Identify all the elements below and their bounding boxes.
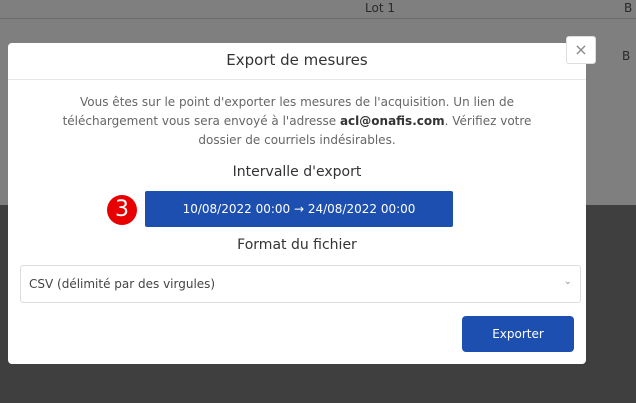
step-badge: 3 [107,195,137,225]
export-button[interactable]: Exporter [462,316,574,352]
modal-title: Export de mesures [226,51,368,69]
file-format-select[interactable]: CSV (délimité par des virgules) ⌄ [20,265,581,303]
file-format-value: CSV (délimité par des virgules) [29,277,216,291]
chevron-down-icon: ⌄ [563,276,572,287]
date-range-button[interactable]: 10/08/2022 00:00 → 24/08/2022 00:00 [145,191,453,227]
export-modal: Export de mesures × Vous êtes sur le poi… [8,36,596,364]
export-description: Vous êtes sur le point d'exporter les me… [58,93,536,150]
close-button[interactable]: × [566,36,596,64]
format-label: Format du fichier [237,237,357,253]
close-icon: × [574,40,588,59]
interval-label: Intervalle d'export [232,164,362,180]
modal-header: Export de mesures [8,43,586,80]
description-email: acl@onafis.com [339,114,445,128]
